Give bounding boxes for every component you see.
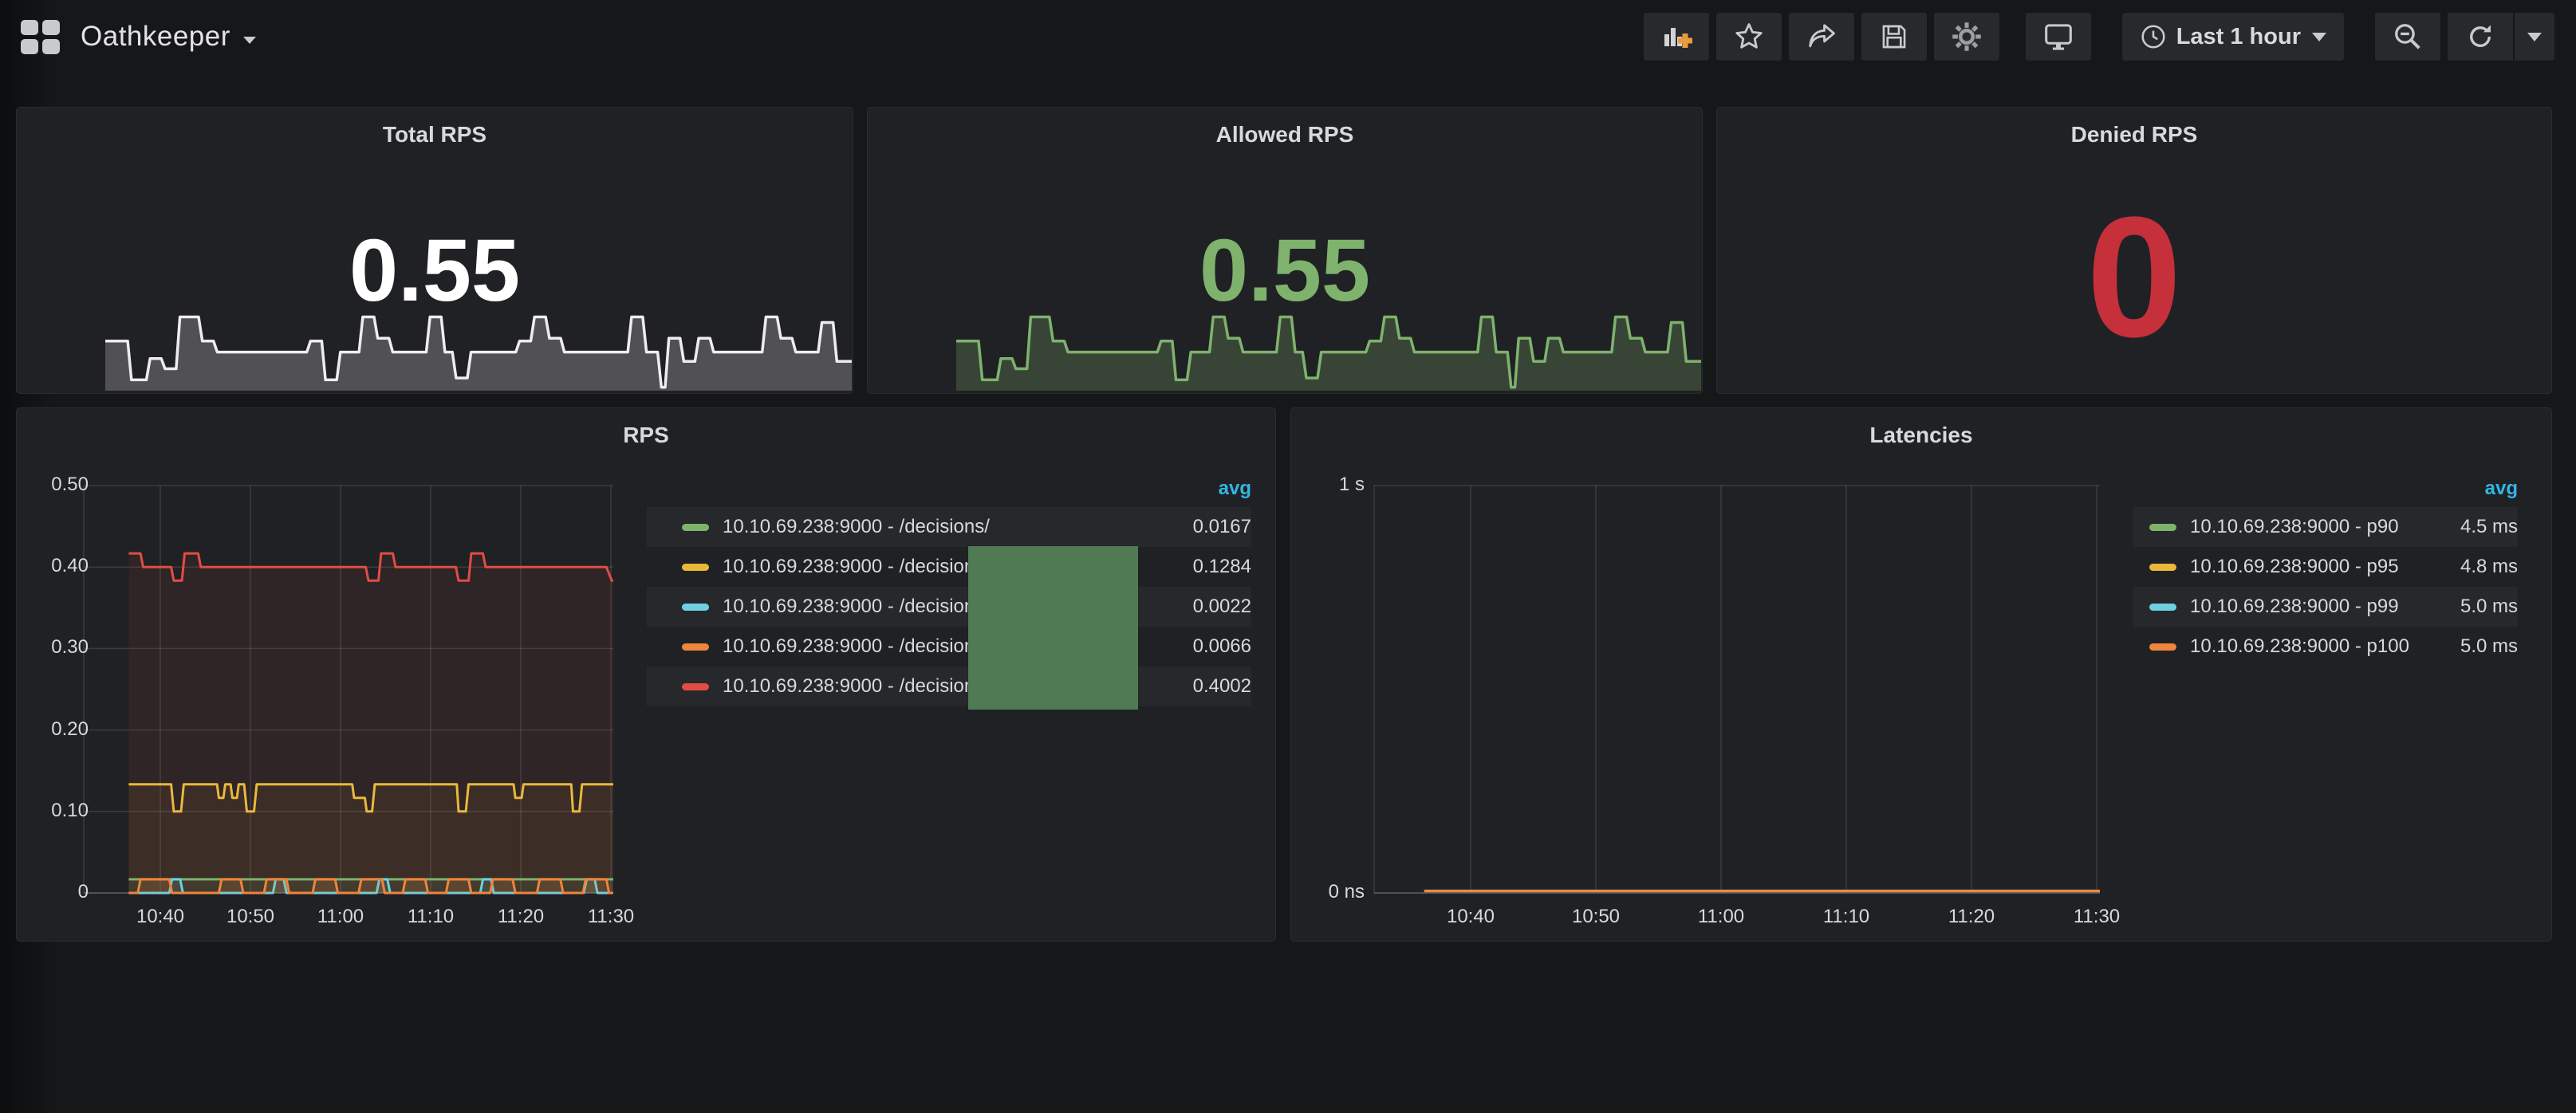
sparkline: [104, 293, 853, 391]
legend-row: 10.10.69.238:9000 - /decisions/0.0022: [647, 587, 1251, 627]
y-axis-tick: 0.40: [0, 555, 89, 577]
panel-title[interactable]: Denied RPS: [1717, 122, 2551, 147]
legend-avg-value: 5.0 ms: [2460, 596, 2518, 618]
chevron-down-icon: [2312, 33, 2326, 41]
legend-avg-header[interactable]: avg: [2133, 470, 2518, 507]
legend-avg-value: 0.1284: [1193, 556, 1251, 578]
green-redaction-box: [968, 546, 1138, 710]
x-axis-tick: 11:10: [408, 906, 454, 928]
stat-value: 0: [2086, 191, 2182, 363]
x-axis-tick: 10:50: [1572, 906, 1620, 928]
cycle-view-mode-button[interactable]: [2025, 12, 2092, 61]
legend-color-swatch[interactable]: [2149, 524, 2176, 531]
x-axis-tick: 11:30: [2074, 906, 2120, 928]
chevron-down-icon: [2527, 33, 2542, 41]
zoom-out-button[interactable]: [2374, 12, 2441, 61]
y-axis-tick: 0.30: [0, 636, 89, 659]
star-icon: [1734, 22, 1764, 52]
grid-square: [21, 20, 38, 35]
y-axis-tick: 0 ns: [1237, 881, 1365, 903]
legend-color-swatch[interactable]: [682, 643, 709, 651]
legend-row: 10.10.69.238:9000 - p95 4.8 ms: [2133, 547, 2518, 587]
legend-color-swatch[interactable]: [682, 564, 709, 571]
refresh-icon: [2466, 22, 2495, 51]
grid-square: [21, 39, 38, 54]
legend-row: 10.10.69.238:9000 - /decisions/0.4002: [647, 667, 1251, 706]
dashboard-title: Oathkeeper: [81, 21, 230, 53]
zoom-out-icon: [2393, 22, 2423, 52]
x-axis-tick: 11:10: [1823, 906, 1869, 928]
legend-color-swatch[interactable]: [2149, 564, 2176, 571]
gear-icon: [1951, 21, 1983, 53]
x-axis-tick: 11:00: [317, 906, 364, 928]
dashboard-header: Oathkeeper: [0, 0, 2576, 73]
panel-total-rps: Total RPS 0.55: [16, 107, 853, 394]
share-button[interactable]: [1788, 12, 1855, 61]
legend-color-swatch[interactable]: [682, 604, 709, 611]
add-panel-icon: [1660, 21, 1692, 53]
legend-row: 10.10.69.238:9000 - /decisions/0.0167: [647, 507, 1251, 547]
legend-avg-value: 0.0167: [1193, 516, 1251, 538]
legend-series-name[interactable]: 10.10.69.238:9000 - p99: [2190, 596, 2452, 618]
legend-color-swatch[interactable]: [682, 524, 709, 531]
refresh-button[interactable]: [2447, 12, 2514, 61]
y-axis-tick: 1 s: [1237, 474, 1365, 496]
legend-row: 10.10.69.238:9000 - /decisions/0.1284: [647, 547, 1251, 587]
clock-icon: [2140, 23, 2167, 50]
dashboard-title-picker[interactable]: Oathkeeper: [81, 21, 256, 53]
refresh-interval-dropdown[interactable]: [2514, 12, 2555, 61]
legend-row: 10.10.69.238:9000 - p90 4.5 ms: [2133, 507, 2518, 547]
y-axis-tick: 0.20: [0, 718, 89, 741]
time-picker-button[interactable]: Last 1 hour: [2121, 12, 2345, 61]
share-icon: [1806, 22, 1837, 52]
x-axis-tick: 11:30: [588, 906, 634, 928]
x-axis-tick: 11:00: [1698, 906, 1744, 928]
legend-series-name[interactable]: 10.10.69.238:9000 - /decisions/: [723, 516, 1185, 538]
legend-series-name[interactable]: 10.10.69.238:9000 - p95: [2190, 556, 2452, 578]
legend-color-swatch[interactable]: [682, 683, 709, 690]
sparkline: [955, 293, 1702, 391]
star-button[interactable]: [1715, 12, 1782, 61]
legend-row: 10.10.69.238:9000 - p99 5.0 ms: [2133, 587, 2518, 627]
legend-avg-value: 0.0066: [1193, 635, 1251, 658]
grid-square: [42, 20, 60, 35]
legend-avg-value: 4.8 ms: [2460, 556, 2518, 578]
x-axis-tick: 11:20: [1948, 906, 1995, 928]
legend-series-name[interactable]: 10.10.69.238:9000 - p90: [2190, 516, 2452, 538]
panel-title[interactable]: Allowed RPS: [868, 122, 1702, 147]
x-axis-tick: 11:20: [498, 906, 544, 928]
panel-title[interactable]: Total RPS: [17, 122, 853, 147]
y-axis-tick: 0.10: [0, 800, 89, 822]
time-range-label: Last 1 hour: [2176, 24, 2301, 50]
panel-rps-graph: RPS 00.100.200.300.400.5010:4010:5011:00…: [16, 407, 1276, 942]
panel-latencies-graph: Latencies 0 ns1 s10:4010:5011:0011:1011:…: [1290, 407, 2552, 942]
legend-avg-value: 5.0 ms: [2460, 635, 2518, 658]
legend-row: 10.10.69.238:9000 - p100 5.0 ms: [2133, 627, 2518, 667]
y-axis-tick: 0: [0, 881, 89, 903]
x-axis-tick: 10:40: [136, 906, 184, 928]
settings-button[interactable]: [1933, 12, 2000, 61]
monitor-icon: [2042, 21, 2074, 53]
legend-avg-header[interactable]: avg: [647, 470, 1251, 507]
dashboards-grid-icon[interactable]: [21, 20, 60, 54]
chevron-down-icon: [243, 37, 256, 44]
panel-allowed-rps: Allowed RPS 0.55: [867, 107, 1703, 394]
legend-row: 10.10.69.238:9000 - /decisions/0.0066: [647, 627, 1251, 667]
legend-avg-value: 0.4002: [1193, 675, 1251, 698]
legend-color-swatch[interactable]: [2149, 604, 2176, 611]
save-button[interactable]: [1861, 12, 1928, 61]
save-icon: [1879, 22, 1909, 52]
x-axis-tick: 10:40: [1447, 906, 1495, 928]
legend-avg-value: 4.5 ms: [2460, 516, 2518, 538]
legend-series-name[interactable]: 10.10.69.238:9000 - p100: [2190, 635, 2452, 658]
legend-color-swatch[interactable]: [2149, 643, 2176, 651]
grid-square: [42, 39, 60, 54]
latencies-legend: avg10.10.69.238:9000 - p904.5 ms10.10.69…: [2133, 470, 2518, 667]
y-axis-tick: 0.50: [0, 474, 89, 496]
x-axis-tick: 10:50: [226, 906, 274, 928]
panel-denied-rps: Denied RPS 0: [1716, 107, 2552, 394]
rps-legend: avg10.10.69.238:9000 - /decisions/0.0167…: [647, 470, 1251, 706]
legend-avg-value: 0.0022: [1193, 596, 1251, 618]
add-panel-button[interactable]: [1643, 12, 1710, 61]
